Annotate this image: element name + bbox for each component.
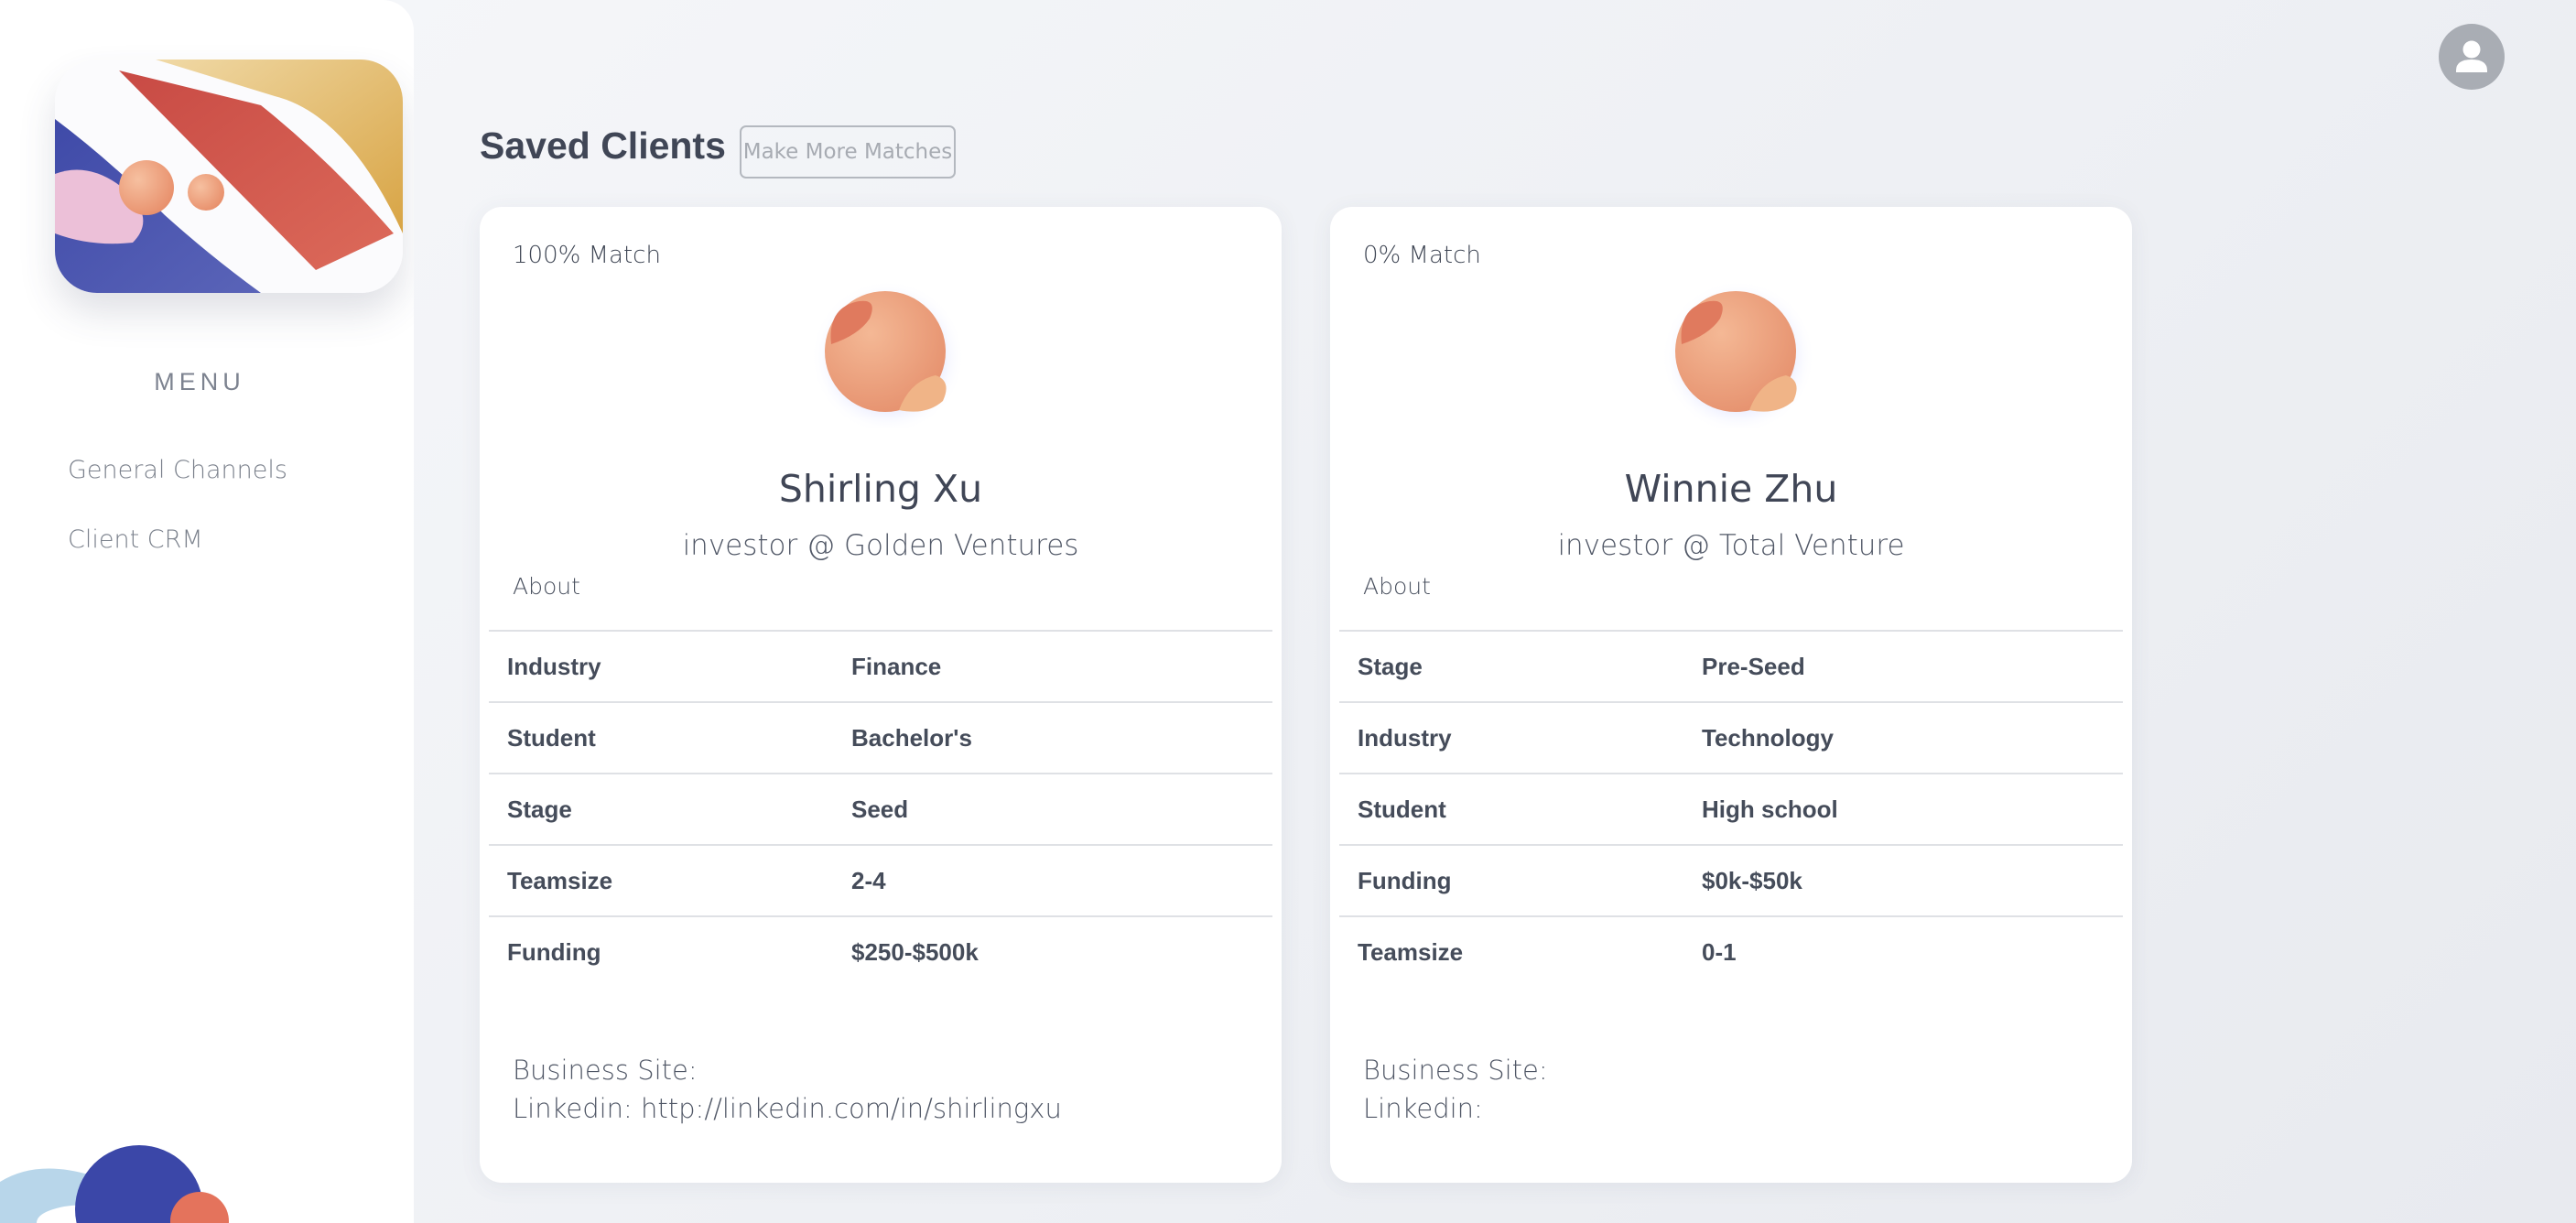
menu-heading: MENU <box>154 368 245 395</box>
client-links: Business Site: Linkedin: http://linkedin… <box>513 1051 1062 1128</box>
row-value: High school <box>1702 795 1838 823</box>
business-site-label: Business Site: <box>513 1055 698 1086</box>
table-row: Teamsize 2-4 <box>489 845 1272 916</box>
sidebar-item-client-crm[interactable]: Client CRM <box>68 525 203 554</box>
table-row: Funding $250-$500k <box>489 916 1272 988</box>
table-row: Teamsize 0-1 <box>1339 916 2123 988</box>
app-logo[interactable] <box>55 60 403 293</box>
linkedin-line: Linkedin: <box>1363 1089 1548 1128</box>
client-name: Winnie Zhu <box>1624 467 1838 511</box>
row-key: Industry <box>1358 723 1452 752</box>
row-key: Funding <box>507 938 601 966</box>
row-key: Stage <box>507 795 572 823</box>
row-value: Finance <box>851 652 942 680</box>
row-value: Technology <box>1702 723 1834 752</box>
table-row: Industry Technology <box>1339 702 2123 774</box>
row-value: 0-1 <box>1702 938 1737 966</box>
linkedin-link[interactable]: http://linkedin.com/in/shirlingxu <box>641 1093 1062 1124</box>
client-card: 100% Match Shirling Xu investor @ Golden… <box>480 207 1282 1183</box>
linkedin-label: Linkedin: <box>513 1093 633 1124</box>
table-row: Funding $0k-$50k <box>1339 845 2123 916</box>
client-avatar[interactable] <box>1658 273 1813 428</box>
client-role: investor @ Total Venture <box>1557 529 1905 562</box>
row-value: Bachelor's <box>851 723 972 752</box>
table-row: Student High school <box>1339 774 2123 845</box>
row-value: $250-$500k <box>851 938 979 966</box>
business-site-label: Business Site: <box>1363 1055 1548 1086</box>
table-row: Stage Seed <box>489 774 1272 845</box>
make-more-matches-button[interactable]: Make More Matches <box>740 125 956 179</box>
business-site-line: Business Site: <box>1363 1051 1548 1089</box>
match-score: 0% Match <box>1363 242 1481 269</box>
about-label: About <box>513 573 580 600</box>
client-role: investor @ Golden Ventures <box>682 529 1079 562</box>
user-avatar-button[interactable] <box>2439 24 2505 90</box>
client-name: Shirling Xu <box>778 467 983 511</box>
decorative-shapes <box>0 1145 229 1223</box>
table-row: Industry Finance <box>489 631 1272 702</box>
table-row: Student Bachelor's <box>489 702 1272 774</box>
row-key: Funding <box>1358 866 1452 894</box>
client-info-table: Industry Finance Student Bachelor's Stage S… <box>489 630 1272 988</box>
row-key: Teamsize <box>507 866 613 894</box>
linkedin-label: Linkedin: <box>1363 1093 1483 1124</box>
row-value: $0k-$50k <box>1702 866 1802 894</box>
row-key: Stage <box>1358 652 1423 680</box>
sidebar-item-general-channels[interactable]: General Channels <box>68 456 287 484</box>
row-key: Teamsize <box>1358 938 1464 966</box>
match-score: 100% Match <box>513 242 661 269</box>
about-label: About <box>1363 573 1431 600</box>
client-links: Business Site: Linkedin: <box>1363 1051 1548 1128</box>
row-key: Student <box>1358 795 1446 823</box>
row-value: Pre-Seed <box>1702 652 1805 680</box>
row-key: Student <box>507 723 596 752</box>
table-row: Stage Pre-Seed <box>1339 631 2123 702</box>
linkedin-line: Linkedin: http://linkedin.com/in/shirlin… <box>513 1089 1062 1128</box>
client-avatar[interactable] <box>807 273 963 428</box>
row-key: Industry <box>507 652 601 680</box>
sidebar: MENU General Channels Client CRM <box>0 0 414 1223</box>
row-value: 2-4 <box>851 866 886 894</box>
row-value: Seed <box>851 795 909 823</box>
client-card: 0% Match Winnie Zhu investor @ Total Ven… <box>1330 207 2132 1183</box>
client-info-table: Stage Pre-Seed Industry Technology Student… <box>1339 630 2123 988</box>
user-icon <box>2456 40 2487 72</box>
page-title: Saved Clients <box>480 124 726 167</box>
business-site-line: Business Site: <box>513 1051 1062 1089</box>
